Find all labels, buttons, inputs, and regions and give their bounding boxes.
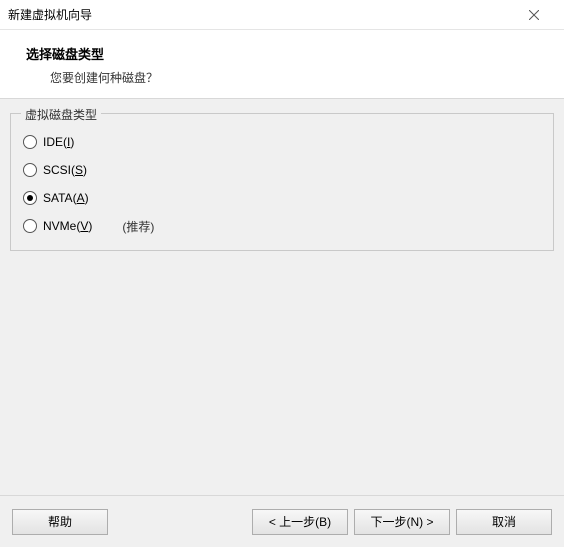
window-title: 新建虚拟机向导 <box>8 6 92 23</box>
radio-ide[interactable]: IDE(I) <box>23 128 541 156</box>
radio-recommend: (推荐) <box>122 218 154 235</box>
radio-label: SCSI(S) <box>43 163 87 177</box>
radio-sata[interactable]: SATA(A) <box>23 184 541 212</box>
radio-label: NVMe(V) <box>43 219 92 233</box>
radio-scsi[interactable]: SCSI(S) <box>23 156 541 184</box>
wizard-footer: 帮助 < 上一步(B) 下一步(N) > 取消 <box>0 495 564 547</box>
wizard-header-title: 选择磁盘类型 <box>24 44 540 63</box>
radio-indicator <box>23 135 37 149</box>
help-button[interactable]: 帮助 <box>12 509 108 535</box>
back-button[interactable]: < 上一步(B) <box>252 509 348 535</box>
close-icon <box>529 10 539 20</box>
disk-type-group: 虚拟磁盘类型 IDE(I) SCSI(S) SATA(A) NVMe(V) (推… <box>10 113 554 251</box>
radio-label: SATA(A) <box>43 191 89 205</box>
radio-indicator <box>23 163 37 177</box>
radio-nvme[interactable]: NVMe(V) (推荐) <box>23 212 541 240</box>
disk-type-legend: 虚拟磁盘类型 <box>21 106 101 123</box>
radio-indicator <box>23 191 37 205</box>
wizard-header-subtitle: 您要创建何种磁盘？ <box>24 69 540 86</box>
window-titlebar: 新建虚拟机向导 <box>0 0 564 30</box>
radio-label: IDE(I) <box>43 135 74 149</box>
cancel-button[interactable]: 取消 <box>456 509 552 535</box>
wizard-header: 选择磁盘类型 您要创建何种磁盘？ <box>0 30 564 99</box>
close-button[interactable] <box>514 1 554 29</box>
radio-indicator <box>23 219 37 233</box>
next-button[interactable]: 下一步(N) > <box>354 509 450 535</box>
wizard-content: 虚拟磁盘类型 IDE(I) SCSI(S) SATA(A) NVMe(V) (推… <box>0 99 564 495</box>
